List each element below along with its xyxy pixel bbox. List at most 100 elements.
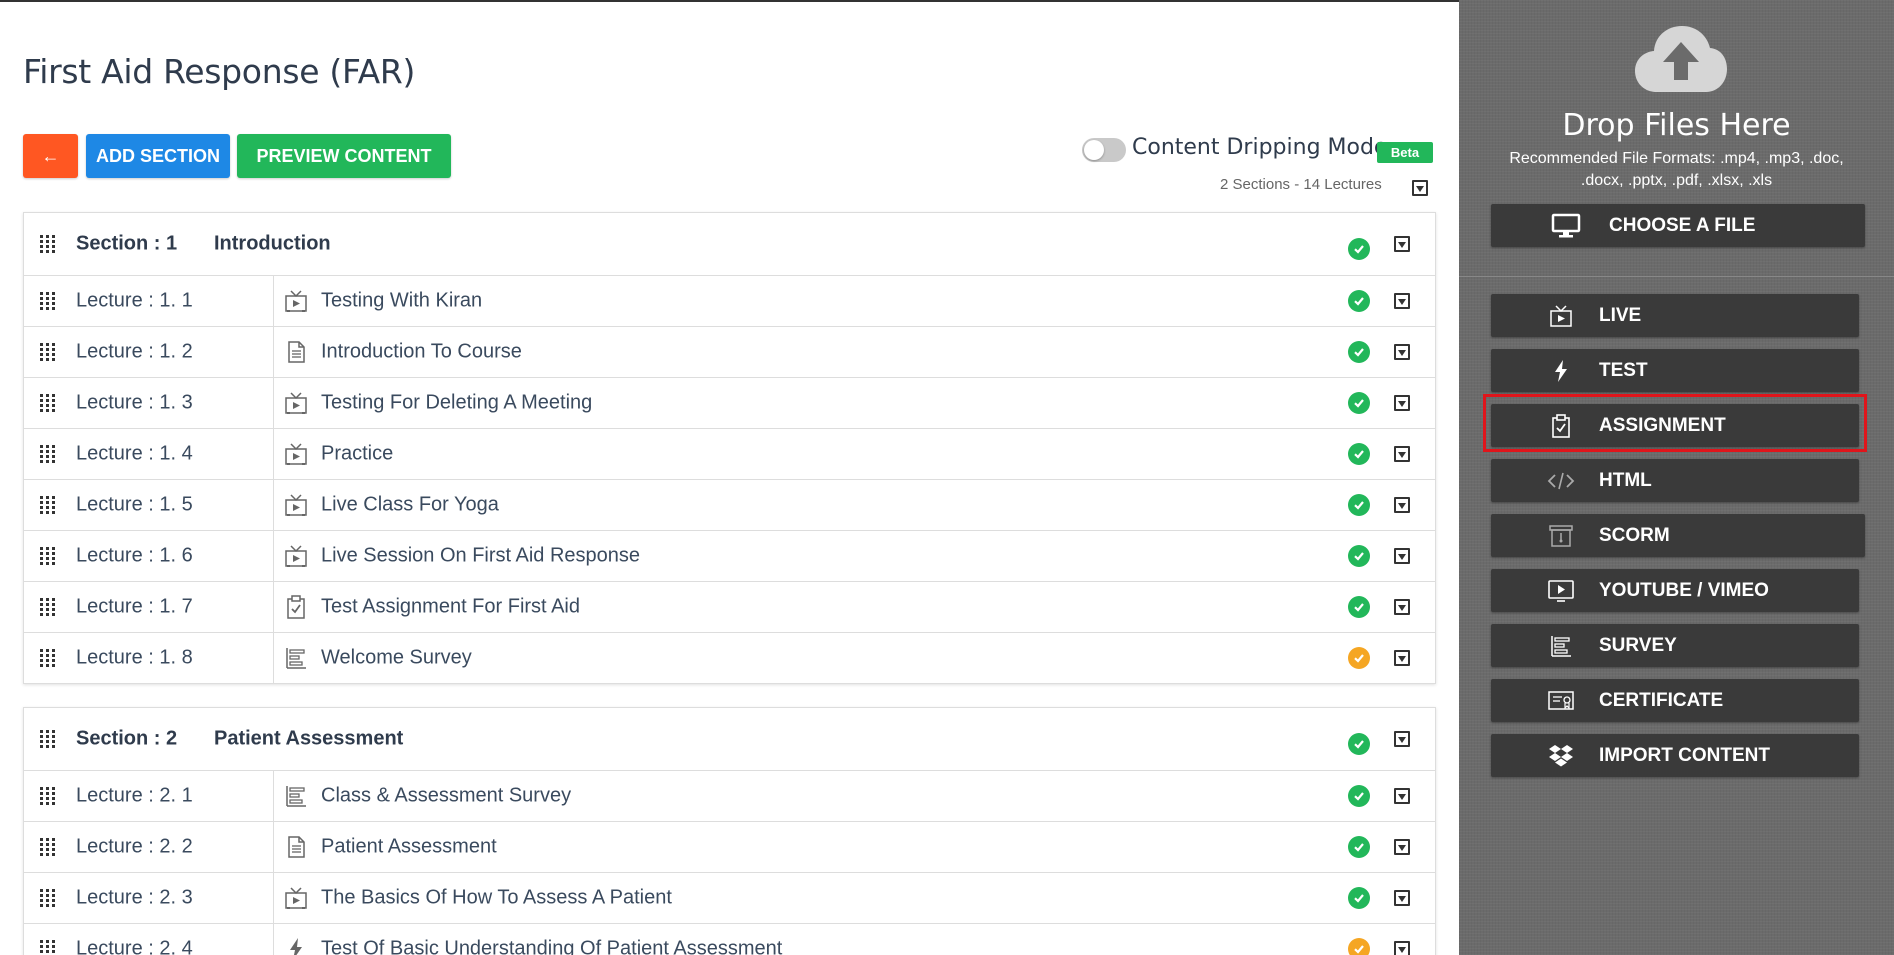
back-button[interactable]: ← [23, 134, 78, 178]
lecture-label: Lecture : 1. 3 [76, 391, 193, 414]
lecture-label: Lecture : 2. 1 [76, 784, 193, 807]
lecture-title[interactable]: Live Class For Yoga [321, 494, 499, 517]
status-check-icon [1348, 238, 1370, 260]
lecture-title[interactable]: Introduction To Course [321, 341, 522, 364]
add-youtube-vimeo-button[interactable]: YOUTUBE / VIMEO [1491, 569, 1859, 612]
lecture-title[interactable]: Class & Assessment Survey [321, 785, 571, 808]
lecture-row[interactable]: Lecture : 2. 4 Test Of Basic Understandin… [24, 924, 1435, 955]
section-header[interactable]: Section : 1 Introduction [24, 213, 1435, 276]
lecture-dropdown-toggle[interactable] [1394, 788, 1410, 804]
row-divider [273, 924, 274, 955]
lecture-row[interactable]: Lecture : 1. 4 Practice [24, 429, 1435, 480]
live-icon [283, 885, 309, 911]
preview-content-button[interactable]: PREVIEW CONTENT [237, 134, 451, 178]
lecture-title[interactable]: Testing With Kiran [321, 290, 482, 313]
add-scorm-button[interactable]: SCORM [1491, 514, 1865, 557]
add-survey-button[interactable]: SURVEY [1491, 624, 1859, 667]
lecture-row[interactable]: Lecture : 1. 2 Introduction To Course [24, 327, 1435, 378]
status-check-icon [1348, 836, 1370, 858]
lecture-label: Lecture : 2. 4 [76, 937, 193, 955]
survey-icon [283, 645, 309, 671]
lecture-row[interactable]: Lecture : 1. 8 Welcome Survey [24, 633, 1435, 683]
drag-handle-icon[interactable] [40, 394, 55, 412]
lecture-row[interactable]: Lecture : 1. 7 Test Assignment For First … [24, 582, 1435, 633]
lecture-dropdown-toggle[interactable] [1394, 941, 1410, 955]
drag-handle-icon[interactable] [40, 730, 55, 748]
lecture-title[interactable]: Live Session On First Aid Response [321, 545, 640, 568]
drag-handle-icon[interactable] [40, 547, 55, 565]
add-html-button[interactable]: HTML [1491, 459, 1859, 502]
section-label: Section : 2 [76, 727, 178, 750]
row-divider [273, 633, 274, 683]
lecture-label: Lecture : 2. 3 [76, 886, 193, 909]
drop-files-title: Drop Files Here [1562, 108, 1791, 143]
drag-handle-icon[interactable] [40, 838, 55, 856]
lecture-title[interactable]: Welcome Survey [321, 647, 472, 670]
content-dripping-label: Content Dripping Mode [1132, 135, 1388, 160]
test-icon [283, 936, 309, 955]
add-import-content-button[interactable]: IMPORT CONTENT [1491, 734, 1859, 777]
live-icon [283, 288, 309, 314]
curriculum-editor: First Aid Response (FAR) ← ADD SECTION P… [0, 0, 1459, 955]
row-divider [273, 327, 274, 377]
lecture-title[interactable]: Practice [321, 443, 393, 466]
content-dripping-toggle[interactable] [1082, 138, 1126, 162]
drag-handle-icon[interactable] [40, 343, 55, 361]
drag-handle-icon[interactable] [40, 598, 55, 616]
lecture-dropdown-toggle[interactable] [1394, 599, 1410, 615]
lecture-dropdown-toggle[interactable] [1394, 446, 1410, 462]
add-section-button[interactable]: ADD SECTION [86, 134, 230, 178]
side-button-label: YOUTUBE / VIMEO [1599, 579, 1769, 601]
lecture-title[interactable]: Test Assignment For First Aid [321, 596, 580, 619]
drag-handle-icon[interactable] [40, 496, 55, 514]
drag-handle-icon[interactable] [40, 649, 55, 667]
choose-file-button[interactable]: CHOOSE A FILE [1491, 204, 1865, 247]
lecture-dropdown-toggle[interactable] [1394, 650, 1410, 666]
section-dropdown-toggle[interactable] [1394, 236, 1410, 252]
drag-handle-icon[interactable] [40, 445, 55, 463]
drag-handle-icon[interactable] [40, 292, 55, 310]
lecture-title[interactable]: The Basics Of How To Assess A Patient [321, 887, 672, 910]
lecture-label: Lecture : 2. 2 [76, 835, 193, 858]
sidebar-divider [1459, 276, 1894, 277]
lecture-row[interactable]: Lecture : 1. 6 Live Session On First Aid … [24, 531, 1435, 582]
lecture-dropdown-toggle[interactable] [1394, 395, 1410, 411]
add-live-button[interactable]: LIVE [1491, 294, 1859, 337]
row-divider [273, 822, 274, 872]
lecture-dropdown-toggle[interactable] [1394, 497, 1410, 513]
lecture-dropdown-toggle[interactable] [1394, 839, 1410, 855]
lecture-row[interactable]: Lecture : 1. 3 Testing For Deleting A Mee… [24, 378, 1435, 429]
row-divider [273, 429, 274, 479]
lecture-row[interactable]: Lecture : 1. 5 Live Class For Yoga [24, 480, 1435, 531]
lecture-dropdown-toggle[interactable] [1394, 293, 1410, 309]
section-title: Introduction [214, 232, 331, 255]
lecture-label: Lecture : 1. 4 [76, 442, 193, 465]
lecture-row[interactable]: Lecture : 2. 2 Patient Assessment [24, 822, 1435, 873]
drag-handle-icon[interactable] [40, 889, 55, 907]
side-button-label: SCORM [1599, 524, 1670, 546]
lecture-dropdown-toggle[interactable] [1394, 344, 1410, 360]
lecture-label: Lecture : 1. 6 [76, 544, 193, 567]
add-certificate-button[interactable]: CERTIFICATE [1491, 679, 1859, 722]
lecture-row[interactable]: Lecture : 2. 1 Class & Assessment Survey [24, 771, 1435, 822]
survey-icon [1547, 632, 1575, 660]
status-check-icon [1348, 545, 1370, 567]
add-test-button[interactable]: TEST [1491, 349, 1859, 392]
lecture-row[interactable]: Lecture : 2. 3 The Basics Of How To Asses… [24, 873, 1435, 924]
section-dropdown-toggle[interactable] [1394, 731, 1410, 747]
row-divider [273, 276, 274, 326]
collapse-all-toggle[interactable] [1412, 180, 1428, 196]
drag-handle-icon[interactable] [40, 940, 55, 955]
row-divider [273, 771, 274, 821]
lecture-dropdown-toggle[interactable] [1394, 548, 1410, 564]
lecture-title[interactable]: Test Of Basic Understanding Of Patient A… [321, 938, 782, 955]
section-header[interactable]: Section : 2 Patient Assessment [24, 708, 1435, 771]
status-check-icon [1348, 392, 1370, 414]
live-icon [283, 390, 309, 416]
lecture-dropdown-toggle[interactable] [1394, 890, 1410, 906]
drag-handle-icon[interactable] [40, 787, 55, 805]
lecture-title[interactable]: Testing For Deleting A Meeting [321, 392, 592, 415]
lecture-title[interactable]: Patient Assessment [321, 836, 497, 859]
lecture-row[interactable]: Lecture : 1. 1 Testing With Kiran [24, 276, 1435, 327]
drag-handle-icon[interactable] [40, 235, 55, 253]
